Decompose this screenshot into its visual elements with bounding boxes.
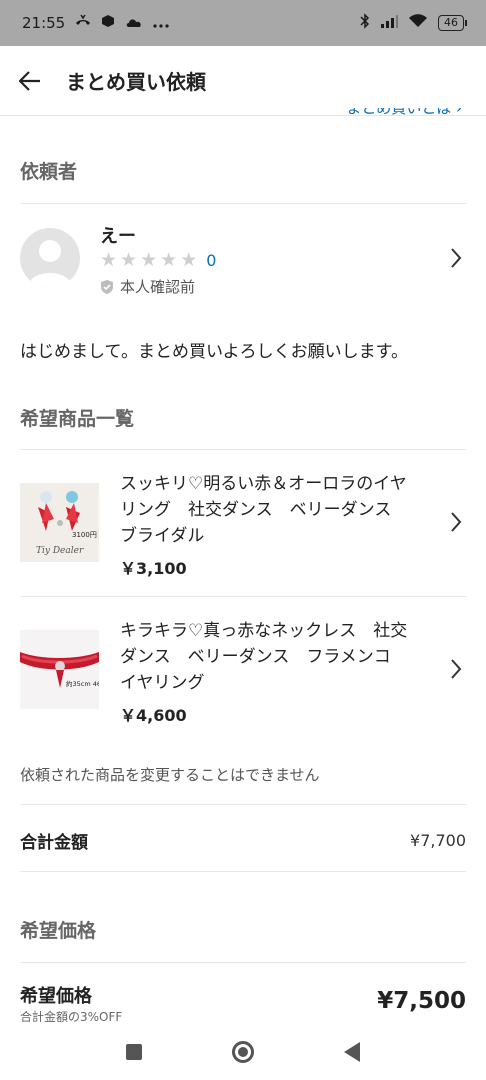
total-label: 合計金額 — [20, 833, 88, 853]
wifi-icon — [408, 14, 428, 32]
product-title: キラキラ♡真っ赤なネックレス 社交ダンス ベリーダンス フラメンコ イヤリング — [120, 621, 408, 693]
star-empty-icon: ★ — [120, 249, 138, 271]
product-thumbnail: 3100円 Tiy Dealer — [20, 483, 99, 562]
avatar — [20, 228, 80, 288]
divider — [20, 804, 466, 805]
default-user-icon — [28, 240, 72, 288]
rating-count: 0 — [206, 250, 217, 270]
change-note: 依頼された商品を変更することはできません — [20, 766, 320, 784]
verification-status: 本人確認前 — [100, 276, 195, 297]
system-nav-bar — [0, 1024, 486, 1080]
status-time: 21:55 — [22, 14, 66, 32]
requester-row[interactable]: えー ★ ★ ★ ★ ★ 0 本人確認前 — [0, 205, 486, 315]
chevron-right-icon: › — [456, 108, 462, 117]
chevron-right-icon — [451, 512, 462, 532]
verification-label: 本人確認前 — [120, 278, 196, 296]
status-bar: 21:55 46 — [0, 0, 486, 46]
app-notification-icon — [101, 14, 115, 32]
more-notifications-icon — [153, 14, 169, 32]
chevron-right-icon — [451, 659, 462, 679]
status-right: 46 — [360, 13, 467, 33]
star-empty-icon: ★ — [180, 249, 198, 271]
shield-check-icon — [101, 279, 113, 294]
star-empty-icon: ★ — [100, 249, 118, 271]
arrow-left-icon — [19, 70, 40, 91]
thumbnail-brand: Tiy Dealer — [36, 546, 84, 556]
desired-price-value: ¥7,500 — [377, 988, 466, 1014]
divider — [20, 871, 466, 872]
back-button[interactable] — [0, 46, 60, 116]
user-name: えー — [100, 226, 136, 247]
product-item[interactable]: 3100円 Tiy Dealer スッキリ♡明るい赤＆オーロラのイヤリング 社交… — [0, 450, 486, 596]
total-row: 合計金額 ¥7,700 — [20, 828, 466, 853]
products-section-title: 希望商品一覧 — [20, 408, 135, 430]
desired-price-label: 希望価格 — [20, 986, 92, 1007]
divider — [20, 203, 466, 204]
product-price: ￥4,600 — [120, 706, 187, 725]
chevron-right-icon — [451, 248, 462, 268]
home-icon[interactable] — [232, 1041, 254, 1063]
desired-price-section-title: 希望価格 — [20, 920, 97, 942]
requester-section-title: 依頼者 — [20, 161, 78, 183]
total-value: ¥7,700 — [410, 831, 466, 850]
bulk-buy-info-link[interactable]: まとめ買いとは › — [346, 108, 462, 122]
back-triangle-icon[interactable] — [344, 1042, 360, 1062]
rating-stars: ★ ★ ★ ★ ★ 0 — [100, 250, 216, 270]
request-message: はじめまして。まとめ買いよろしくお願いします。 — [20, 342, 408, 362]
star-empty-icon: ★ — [140, 249, 158, 271]
cloud-icon — [125, 14, 143, 32]
bluetooth-icon — [360, 13, 370, 33]
signal-icon — [380, 14, 398, 32]
product-item[interactable]: 約35cm 4600円 キラキラ♡真っ赤なネックレス 社交ダンス ベリーダンス … — [0, 597, 486, 743]
desired-price-discount-note: 合計金額の3%OFF — [20, 1010, 123, 1022]
thumbnail-caption: 3100円 — [72, 531, 97, 539]
product-price: ￥3,100 — [120, 559, 187, 578]
product-title: スッキリ♡明るい赤＆オーロラのイヤリング 社交ダンス ベリーダンス ブライダル — [120, 474, 409, 546]
product-thumbnail: 約35cm 4600円 — [20, 630, 99, 709]
missed-call-icon — [75, 14, 91, 32]
thumbnail-caption: 約35cm 4600円 — [66, 679, 99, 688]
divider — [20, 962, 466, 963]
star-empty-icon: ★ — [160, 249, 178, 271]
battery-icon: 46 — [438, 15, 467, 31]
status-left: 21:55 — [22, 14, 169, 32]
page-title: まとめ買い依頼 — [66, 70, 206, 94]
bulk-buy-info-link-label: まとめ買いとは — [346, 108, 452, 117]
recent-apps-icon[interactable] — [126, 1044, 142, 1060]
app-bar: まとめ買い依頼 — [0, 46, 486, 116]
